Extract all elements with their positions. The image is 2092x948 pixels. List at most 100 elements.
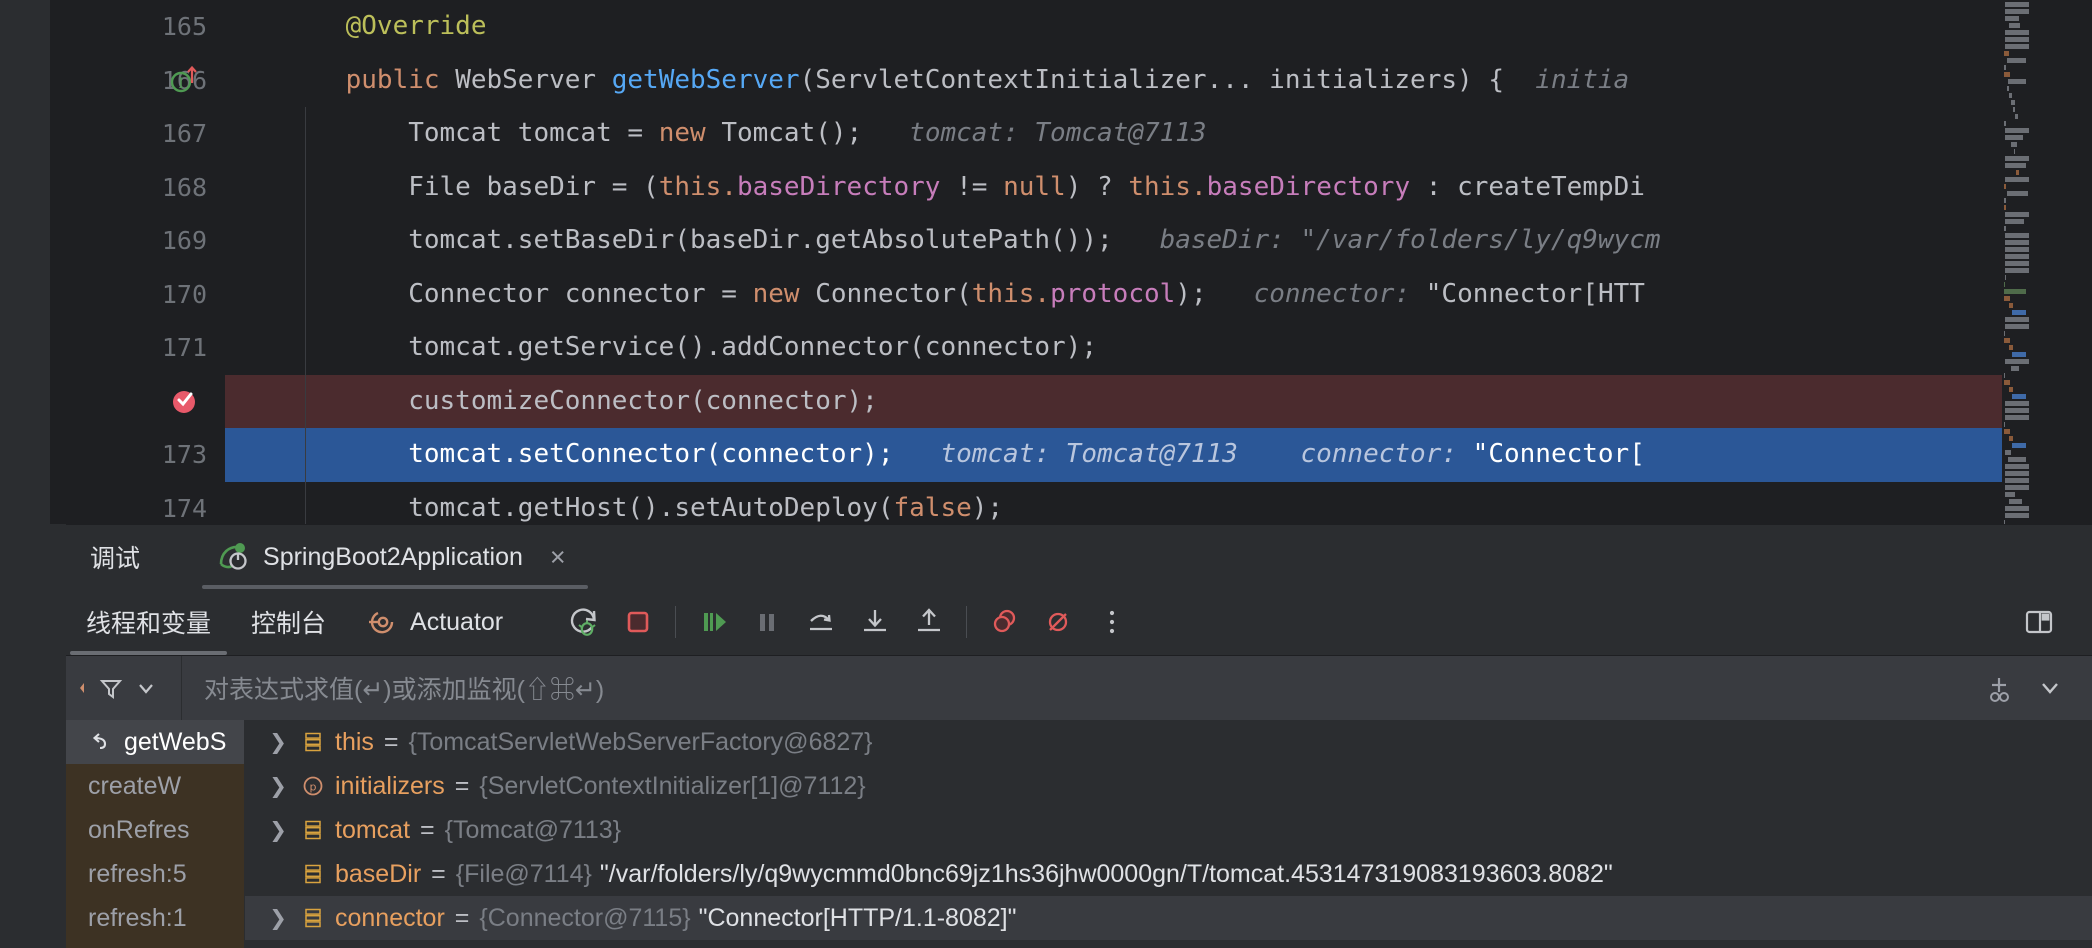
minimap-code-row [2004, 226, 2006, 231]
minimap-code-row [2008, 436, 2013, 441]
fold-column[interactable] [225, 107, 277, 161]
chevron-down-icon[interactable] [132, 674, 160, 702]
filter-icon[interactable] [96, 673, 126, 703]
variable-row[interactable]: ❯ this = {TomcatServletWebServerFactory@68… [245, 720, 2092, 764]
run-configuration-tab[interactable]: SpringBoot2Application × [202, 525, 588, 589]
variables-tree[interactable]: ❯ this = {TomcatServletWebServerFactory@68… [245, 720, 2092, 948]
close-icon[interactable]: × [550, 543, 566, 571]
code-token: false [893, 492, 972, 523]
tab-console[interactable]: 控制台 [231, 589, 346, 655]
evaluate-expression-bar[interactable]: 对表达式求值(↵)或添加监视(⇧⌘↵) [66, 656, 2092, 720]
fold-column[interactable] [225, 160, 277, 214]
expand-chevron-icon[interactable]: ❯ [261, 818, 295, 843]
step-out-button[interactable] [902, 595, 956, 649]
code-text[interactable]: File baseDir = (this.baseDirectory != nu… [277, 160, 2092, 214]
fold-column[interactable] [225, 267, 277, 321]
code-line[interactable]: 171 tomcat.getService().addConnector(con… [50, 321, 2092, 375]
line-number: 165 [50, 0, 225, 54]
fold-column[interactable] [225, 374, 277, 428]
fold-column[interactable] [225, 321, 277, 375]
call-stack-frames[interactable]: getWebS createW onRefres refresh:5 refresh:1 [66, 720, 244, 948]
minimap-code-row [2004, 65, 2006, 70]
code-line[interactable]: 166 I public WebServer getWebServer(Serv… [50, 53, 2092, 108]
stack-frame-row[interactable]: refresh:1 [66, 896, 244, 940]
fold-column[interactable] [225, 428, 277, 482]
code-text[interactable]: public WebServer getWebServer(ServletCon… [277, 54, 2092, 108]
minimap-code-row [2005, 163, 2026, 168]
code-token: new [658, 118, 722, 148]
code-text[interactable]: tomcat.setConnector(connector); tomcat: … [277, 428, 2092, 482]
minimap-code-row [2005, 359, 2029, 364]
collapse-chevron-icon[interactable] [2034, 672, 2066, 704]
minimap-code-row [2013, 149, 2016, 154]
stack-frame-row[interactable]: onRefres [66, 808, 244, 852]
fold-column[interactable] [225, 53, 277, 107]
code-text[interactable]: tomcat.getService().addConnector(connect… [277, 321, 2092, 375]
minimap-code-row [2004, 429, 2011, 434]
stop-button[interactable] [611, 595, 665, 649]
rerun-debug-button[interactable] [557, 595, 611, 649]
code-token: customizeConnector(connector); [283, 385, 878, 416]
code-line[interactable]: 170 Connector connector = new Connector(… [50, 267, 2092, 321]
mute-breakpoints-button[interactable] [1031, 595, 1085, 649]
expand-chevron-icon[interactable]: ❯ [261, 730, 295, 755]
code-text[interactable]: Tomcat tomcat = new Tomcat(); tomcat: To… [277, 107, 2092, 161]
inline-debug-hint: connector: [1237, 439, 1473, 469]
minimap-code-row [2004, 380, 2011, 385]
code-editor[interactable]: 165 @Override 166 I public WebServer getW… [0, 0, 2092, 524]
debug-toolbar[interactable]: 线程和变量 控制台 Actuator [66, 589, 2092, 655]
pause-program-button[interactable] [740, 595, 794, 649]
code-line[interactable]: 165 @Override [50, 0, 2092, 54]
code-line[interactable]: 174 tomcat.getHost().setAutoDeploy(false… [50, 481, 2092, 524]
svg-text:I: I [178, 76, 184, 92]
step-into-button[interactable] [848, 595, 902, 649]
stack-frame-row[interactable]: createW [66, 764, 244, 808]
variable-row[interactable]: ❯ connector = {Connector@7115} "Connector[H… [245, 896, 2092, 940]
code-text[interactable]: tomcat.getHost().setAutoDeploy(false); [277, 481, 2092, 524]
run-method-icon[interactable]: I [168, 63, 202, 97]
tab-actuator[interactable]: Actuator [346, 589, 523, 655]
evaluate-expression-input[interactable]: 对表达式求值(↵)或添加监视(⇧⌘↵) [182, 656, 1982, 720]
add-watch-icon[interactable] [1982, 671, 2016, 705]
code-text[interactable]: Connector connector = new Connector(this… [277, 267, 2092, 321]
code-line[interactable]: 167 Tomcat tomcat = new Tomcat(); tomcat… [50, 107, 2092, 161]
fold-column[interactable] [225, 481, 277, 524]
editor-lines[interactable]: 165 @Override 166 I public WebServer getW… [50, 0, 2092, 524]
variable-row[interactable]: ❯ tomcat = {Tomcat@7113} [245, 808, 2092, 852]
editor-minimap[interactable] [2002, 0, 2050, 524]
code-text[interactable]: @Override [277, 0, 2092, 54]
code-token: (ServletContextInitializer... initialize… [799, 64, 1520, 95]
expand-chevron-icon[interactable]: ❯ [261, 906, 295, 931]
layout-settings-button[interactable] [2012, 595, 2066, 649]
view-breakpoints-button[interactable] [977, 595, 1031, 649]
code-line[interactable]: customizeConnector(connector); [50, 374, 2092, 428]
stack-frame-row[interactable]: getWebS [66, 720, 244, 764]
code-token: getWebServer [611, 64, 800, 95]
code-token: "Connector[ [1472, 439, 1645, 469]
code-token: ) ? [1065, 171, 1129, 202]
minimap-code-row [2007, 191, 2028, 196]
variable-row[interactable]: baseDir = {File@7114} "/var/folders/ly/q9wy… [245, 852, 2092, 896]
code-token: tomcat.setConnector(connector); [283, 439, 894, 469]
code-text[interactable]: customizeConnector(connector); [277, 374, 2092, 428]
drag-handle-icon[interactable] [76, 675, 90, 701]
code-line[interactable]: 168 File baseDir = (this.baseDirectory !… [50, 160, 2092, 214]
step-over-button[interactable] [794, 595, 848, 649]
code-line[interactable]: 173 tomcat.setConnector(connector); tomc… [50, 428, 2092, 482]
actuator-icon [366, 606, 398, 638]
breakpoint-icon[interactable] [168, 385, 200, 417]
code-line[interactable]: 169 tomcat.setBaseDir(baseDir.getAbsolut… [50, 214, 2092, 268]
stack-frame-row[interactable]: refresh:5 [66, 852, 244, 896]
fold-column[interactable] [225, 0, 277, 54]
inline-debug-hint: tomcat: Tomcat@7113 [862, 118, 1207, 148]
code-token: baseDirectory [1206, 171, 1426, 202]
tab-threads-and-variables[interactable]: 线程和变量 [66, 589, 231, 655]
fold-column[interactable] [225, 214, 277, 268]
more-vertical-icon[interactable] [1085, 595, 1139, 649]
expand-chevron-icon[interactable]: ❯ [261, 774, 295, 799]
editor-scroll-gutter[interactable] [2050, 0, 2092, 524]
minimap-code-row [2005, 261, 2029, 266]
variable-row[interactable]: ❯ p initializers = {ServletContextInitiali… [245, 764, 2092, 808]
resume-program-button[interactable] [686, 595, 740, 649]
code-text[interactable]: tomcat.setBaseDir(baseDir.getAbsolutePat… [277, 214, 2092, 268]
